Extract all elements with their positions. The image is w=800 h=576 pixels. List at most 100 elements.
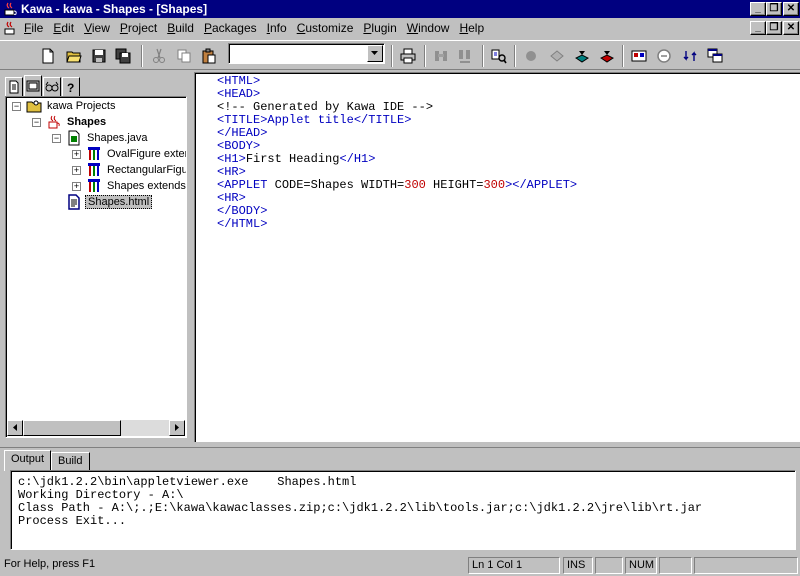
doc-close-button[interactable]: ✕: [783, 21, 799, 35]
new-file-button[interactable]: [38, 46, 58, 66]
status-bar: For Help, press F1 Ln 1 Col 1 INS NUM: [0, 555, 800, 576]
replace-button[interactable]: [455, 46, 475, 66]
compile-icon: [575, 51, 589, 63]
tab-help[interactable]: ?: [62, 77, 80, 96]
html-file-icon: [68, 194, 80, 210]
find-replace-icon: [459, 50, 470, 63]
tree-label: kawa Projects: [47, 100, 116, 112]
doc-restore-button[interactable]: ❐: [766, 21, 782, 35]
tree-collapse-toggle[interactable]: −: [32, 118, 41, 127]
menu-edit[interactable]: Edit: [53, 21, 74, 35]
tab-build[interactable]: Build: [51, 452, 90, 471]
code-token: <HEAD>: [217, 87, 261, 101]
open-file-button[interactable]: [64, 46, 84, 66]
step-button[interactable]: [547, 46, 567, 66]
breakpoint-button[interactable]: [521, 46, 541, 66]
menu-packages[interactable]: Packages: [204, 21, 257, 35]
code-line[interactable]: </HTML>: [217, 218, 577, 231]
menu-help[interactable]: Help: [459, 21, 484, 35]
tree-node-projects-root[interactable]: kawa Projects: [26, 98, 117, 114]
code-token: <HR>: [217, 191, 246, 205]
binoculars-icon: [435, 51, 447, 61]
tab-output[interactable]: Output: [4, 450, 52, 471]
code-text[interactable]: <HTML> <HEAD> <!-- Generated by Kawa IDE -…: [217, 75, 577, 231]
tab-classes[interactable]: [43, 77, 61, 96]
menu-build[interactable]: Build: [167, 21, 194, 35]
tree-collapse-toggle[interactable]: −: [52, 134, 61, 143]
print-button[interactable]: [398, 46, 418, 66]
refresh-button[interactable]: [680, 46, 700, 66]
tree-node-class[interactable]: Shapes extends: [86, 178, 186, 194]
code-token: </HEAD>: [217, 126, 268, 140]
code-line[interactable]: </HEAD>: [217, 127, 577, 140]
toolbar-separator: [424, 45, 426, 67]
class-browser-button[interactable]: [489, 46, 509, 66]
tree-node-class[interactable]: RectangularFigu: [86, 162, 187, 178]
menu-info[interactable]: Info: [267, 21, 287, 35]
code-line[interactable]: <TITLE>Applet title</TITLE>: [217, 114, 577, 127]
scroll-left-button[interactable]: [7, 420, 23, 436]
find-button[interactable]: [431, 46, 451, 66]
menu-file[interactable]: File: [24, 21, 43, 35]
code-token: <HR>: [217, 165, 246, 179]
tree-collapse-toggle[interactable]: −: [12, 102, 21, 111]
tab-files[interactable]: [5, 77, 23, 96]
doc-minimize-button[interactable]: _: [750, 21, 766, 35]
build-button[interactable]: [597, 46, 617, 66]
tree-expand-toggle[interactable]: +: [72, 150, 81, 159]
code-line[interactable]: <HR>: [217, 192, 577, 205]
window-tile-button[interactable]: [705, 46, 725, 66]
class-icon: [88, 179, 100, 192]
cut-button[interactable]: [149, 46, 169, 66]
code-editor[interactable]: <HTML> <HEAD> <!-- Generated by Kawa IDE -…: [194, 72, 800, 442]
tree-expand-toggle[interactable]: +: [72, 166, 81, 175]
scroll-thumb[interactable]: [23, 420, 121, 436]
code-line[interactable]: </BODY>: [217, 205, 577, 218]
save-disk-icon: [92, 49, 106, 63]
menu-bar: File Edit View Project Build Packages In…: [0, 18, 800, 38]
close-button[interactable]: ✕: [783, 2, 799, 16]
java-file-icon: [68, 130, 80, 146]
paste-button[interactable]: [199, 46, 219, 66]
output-panel: Output Build c:\jdk1.2.2\bin\appletviewe…: [0, 448, 800, 554]
document-system-icon[interactable]: [2, 20, 18, 36]
tree-node-class[interactable]: OvalFigure exter: [86, 146, 186, 162]
compile-button[interactable]: [572, 46, 592, 66]
save-all-button[interactable]: [113, 46, 133, 66]
menu-plugin[interactable]: Plugin: [363, 21, 396, 35]
menu-view[interactable]: View: [84, 21, 110, 35]
tree-node-html-file[interactable]: Shapes.html: [66, 194, 153, 210]
code-line[interactable]: <HTML>: [217, 75, 577, 88]
menu-project[interactable]: Project: [120, 21, 157, 35]
menu-customize[interactable]: Customize: [297, 21, 354, 35]
kawa-app-icon[interactable]: [2, 1, 18, 17]
tab-projects[interactable]: [24, 75, 42, 96]
combo-dropdown-button[interactable]: [367, 45, 383, 62]
copy-button[interactable]: [174, 46, 194, 66]
status-help-text: For Help, press F1: [4, 558, 96, 570]
project-selector-combo[interactable]: [228, 43, 385, 64]
tree-horizontal-scrollbar[interactable]: [7, 420, 185, 436]
refresh-arrows-icon: [683, 51, 697, 61]
code-line[interactable]: <APPLET CODE=Shapes WIDTH=300 HEIGHT=300…: [217, 179, 577, 192]
question-tab-icon: ?: [67, 81, 74, 94]
code-token: 300: [404, 178, 426, 192]
build-icon: [600, 51, 614, 63]
maximize-button[interactable]: ❐: [766, 2, 782, 16]
run-button[interactable]: [629, 46, 649, 66]
scroll-right-button[interactable]: [169, 420, 185, 436]
tree-label: RectangularFigu: [107, 164, 187, 176]
save-button[interactable]: [89, 46, 109, 66]
stop-button[interactable]: [654, 46, 674, 66]
toolbar: [0, 40, 800, 70]
output-console[interactable]: c:\jdk1.2.2\bin\appletviewer.exe Shapes.…: [10, 470, 796, 550]
minimize-button[interactable]: _: [750, 2, 766, 16]
code-line[interactable]: <H1>First Heading</H1>: [217, 153, 577, 166]
tree-expand-toggle[interactable]: +: [72, 182, 81, 191]
tree-node-java-file[interactable]: Shapes.java: [66, 130, 150, 146]
output-line: Class Path - A:\;.;E:\kawa\kawaclasses.z…: [18, 501, 703, 515]
toolbar-separator: [391, 45, 393, 67]
menu-window[interactable]: Window: [407, 21, 450, 35]
title-bar: Kawa - kawa - Shapes - [Shapes] _ ❐ ✕: [0, 0, 800, 18]
tree-node-project[interactable]: Shapes: [46, 114, 108, 130]
